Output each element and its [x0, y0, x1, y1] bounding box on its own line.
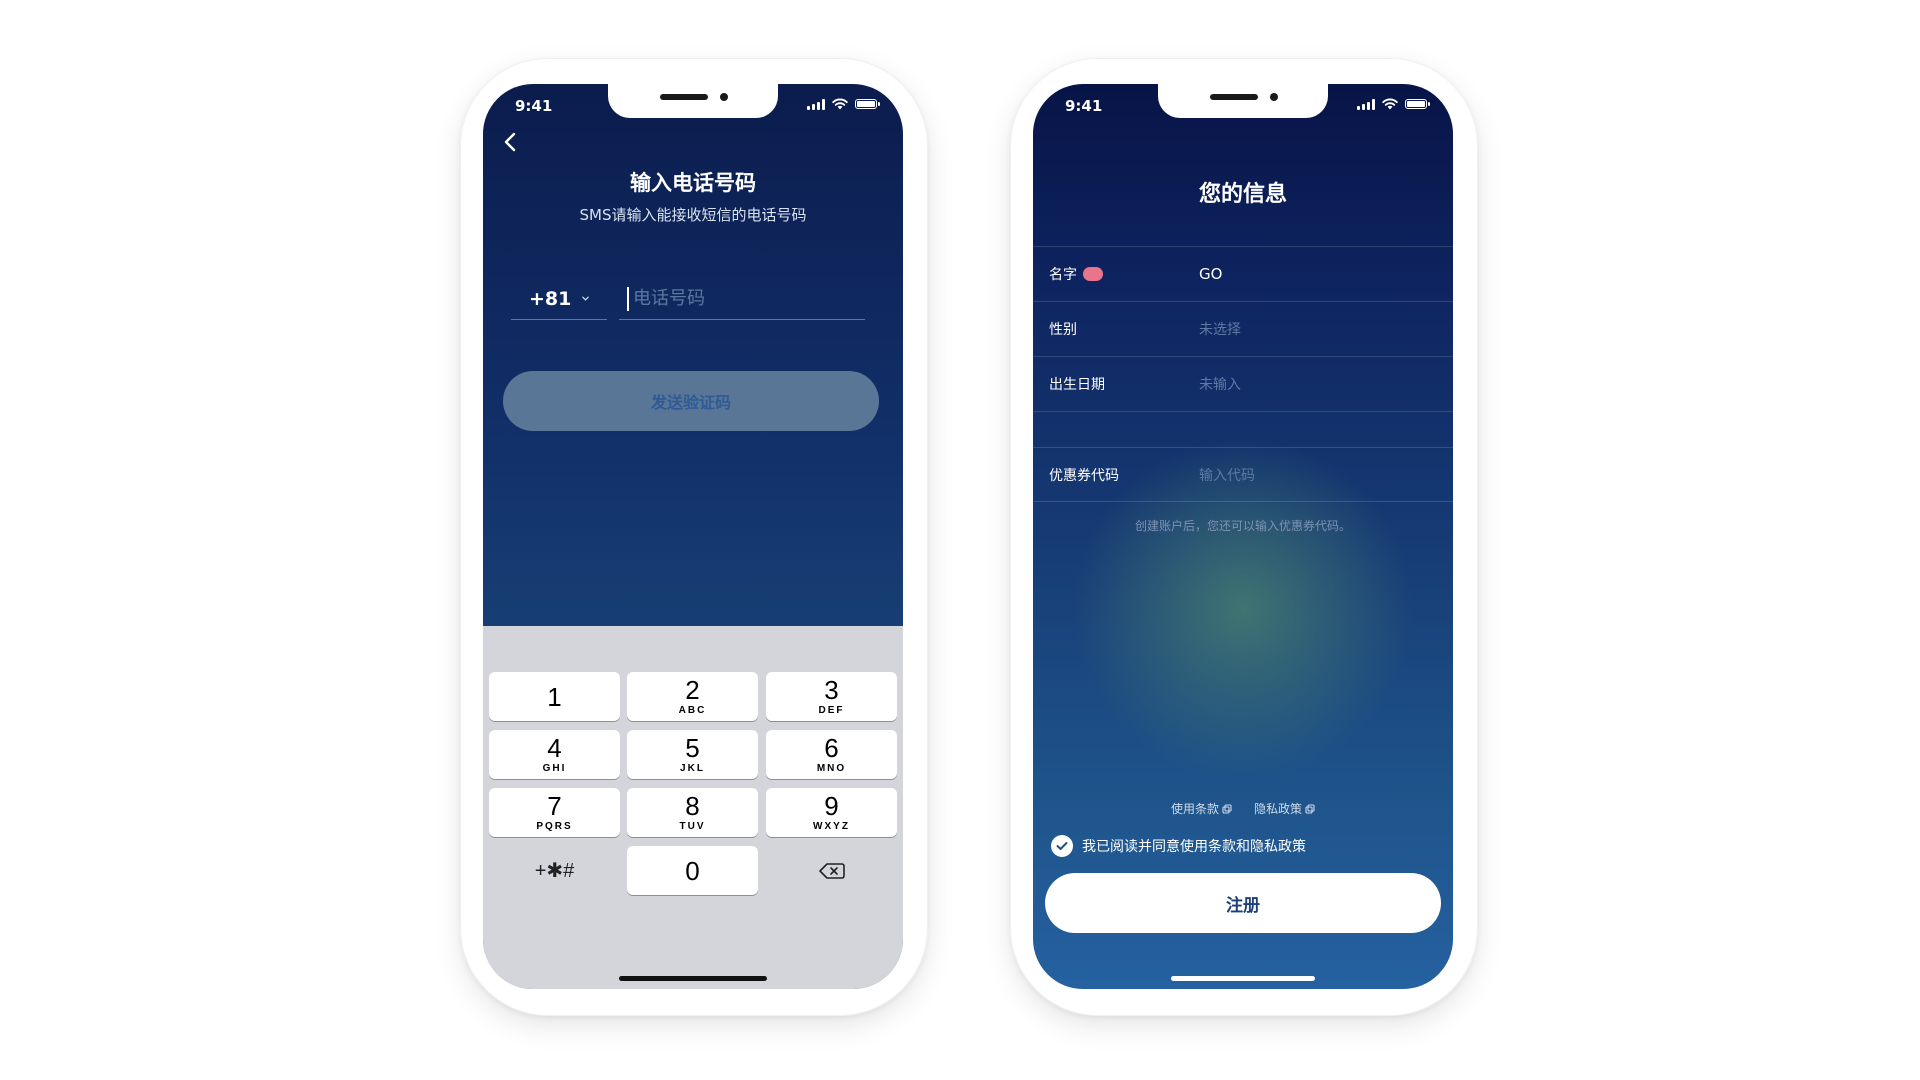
send-code-button[interactable]: 发送验证码	[503, 371, 879, 431]
key-letters: ABC	[678, 705, 707, 716]
camera	[1270, 93, 1278, 101]
key-1[interactable]: 1	[489, 672, 620, 721]
name-value[interactable]: GO	[1199, 265, 1222, 283]
symbols-label: +✱#	[534, 860, 575, 882]
coupon-label: 优惠券代码	[1049, 467, 1119, 484]
key-0[interactable]: 0	[627, 846, 758, 895]
gender-label: 性别	[1049, 322, 1077, 338]
name-label-text: 名字	[1049, 267, 1077, 283]
page-title: 输入电话号码	[630, 171, 756, 195]
country-code-value: +81	[529, 287, 572, 310]
gender-row[interactable]: 性别 未选择	[1033, 301, 1453, 356]
key-digit: 7	[547, 791, 562, 821]
text-caret	[627, 286, 629, 311]
terms-link-text: 使用条款	[1170, 802, 1219, 816]
camera	[720, 93, 728, 101]
key-4[interactable]: 4 GHI	[489, 730, 620, 779]
agree-terms[interactable]: 我已阅读并同意使用条款和隐私政策	[1051, 835, 1306, 857]
page-subtitle: SMS请输入能接收短信的电话号码	[579, 206, 807, 224]
terms-link[interactable]: 使用条款	[1171, 800, 1232, 817]
key-digit: 6	[824, 733, 839, 763]
profile-form: 名字 GO 性别 未选择 出生日期 未输入 优惠券代码 输入代码	[1033, 246, 1453, 502]
key-letters: MNO	[816, 763, 847, 774]
key-letters: PQRS	[536, 821, 573, 832]
external-link-icon	[1222, 803, 1232, 814]
home-indicator	[619, 976, 767, 981]
key-digit: 3	[824, 675, 839, 705]
key-letters: JKL	[680, 763, 705, 774]
key-digit: 1	[547, 681, 562, 712]
privacy-link-text: 隐私政策	[1254, 802, 1303, 816]
signal-icon	[807, 98, 825, 110]
wifi-icon	[1382, 98, 1398, 110]
back-chevron-icon[interactable]	[497, 128, 525, 156]
phone-number-input[interactable]	[633, 288, 833, 309]
phone-frame-left: 9:41 输入电话号码 SMS请输入能接收短信的电话号码 +81 电话号码 发送…	[460, 58, 928, 1016]
numeric-keypad: 1 2 ABC 3 DEF 4 GHI 5 JKL 6 MNO 7 PQRS 8…	[483, 626, 903, 989]
notch	[608, 84, 778, 118]
notch	[1158, 84, 1328, 118]
status-icons	[1357, 98, 1430, 110]
coupon-note: 创建账户后，您还可以输入优惠券代码。	[1134, 519, 1351, 533]
page-title: 您的信息	[1198, 182, 1287, 207]
speaker	[1210, 94, 1258, 100]
status-time: 9:41	[515, 97, 553, 115]
phone-number-screen: 9:41 输入电话号码 SMS请输入能接收短信的电话号码 +81 电话号码 发送…	[483, 84, 903, 989]
signal-icon	[1357, 98, 1375, 110]
backspace-icon	[818, 862, 845, 879]
privacy-link[interactable]: 隐私政策	[1254, 800, 1315, 817]
key-digit: 0	[685, 855, 700, 886]
phone-frame-right: 9:41 您的信息 名字 GO 性别 未选择 出生日期 未输入 优惠券代码 输入…	[1010, 58, 1478, 1016]
name-row[interactable]: 名字 GO	[1033, 246, 1453, 301]
battery-icon	[855, 99, 880, 109]
external-link-icon	[1305, 803, 1315, 814]
key-digit: 4	[547, 733, 562, 763]
key-5[interactable]: 5 JKL	[627, 730, 758, 779]
name-label: 名字	[1049, 264, 1103, 284]
key-letters: DEF	[818, 705, 845, 716]
coupon-placeholder[interactable]: 输入代码	[1199, 465, 1255, 485]
section-gap	[1033, 411, 1453, 447]
country-code-select[interactable]: +81	[511, 278, 607, 320]
birthday-placeholder[interactable]: 未输入	[1199, 374, 1241, 394]
birthday-row[interactable]: 出生日期 未输入	[1033, 356, 1453, 411]
key-digit: 2	[685, 675, 700, 705]
agree-text: 我已阅读并同意使用条款和隐私政策	[1082, 839, 1306, 855]
key-letters: GHI	[542, 763, 567, 774]
checkmark-icon	[1056, 842, 1068, 850]
agree-checkbox[interactable]	[1051, 835, 1073, 857]
delete-key[interactable]	[766, 846, 897, 895]
birthday-label: 出生日期	[1049, 377, 1105, 393]
speaker	[660, 94, 708, 100]
status-icons	[807, 98, 880, 110]
key-digit: 9	[824, 791, 839, 821]
home-indicator	[1171, 976, 1315, 981]
key-7[interactable]: 7 PQRS	[489, 788, 620, 837]
key-3[interactable]: 3 DEF	[766, 672, 897, 721]
key-2[interactable]: 2 ABC	[627, 672, 758, 721]
chevron-down-icon	[582, 296, 590, 301]
phone-number-field[interactable]	[619, 278, 865, 320]
key-digit: 5	[685, 733, 700, 763]
symbols-key[interactable]: +✱#	[489, 846, 620, 895]
key-9[interactable]: 9 WXYZ	[766, 788, 897, 837]
wifi-icon	[832, 98, 848, 110]
key-digit: 8	[685, 791, 700, 821]
legal-links: 使用条款 隐私政策	[1033, 800, 1453, 817]
key-letters: WXYZ	[813, 821, 850, 832]
profile-info-screen: 9:41 您的信息 名字 GO 性别 未选择 出生日期 未输入 优惠券代码 输入…	[1033, 84, 1453, 989]
required-badge	[1083, 267, 1103, 281]
battery-icon	[1405, 99, 1430, 109]
key-letters: TUV	[679, 821, 706, 832]
register-button[interactable]: 注册	[1045, 873, 1441, 933]
key-6[interactable]: 6 MNO	[766, 730, 897, 779]
status-time: 9:41	[1065, 97, 1103, 115]
coupon-row[interactable]: 优惠券代码 输入代码	[1033, 447, 1453, 502]
gender-placeholder[interactable]: 未选择	[1199, 319, 1241, 339]
key-8[interactable]: 8 TUV	[627, 788, 758, 837]
